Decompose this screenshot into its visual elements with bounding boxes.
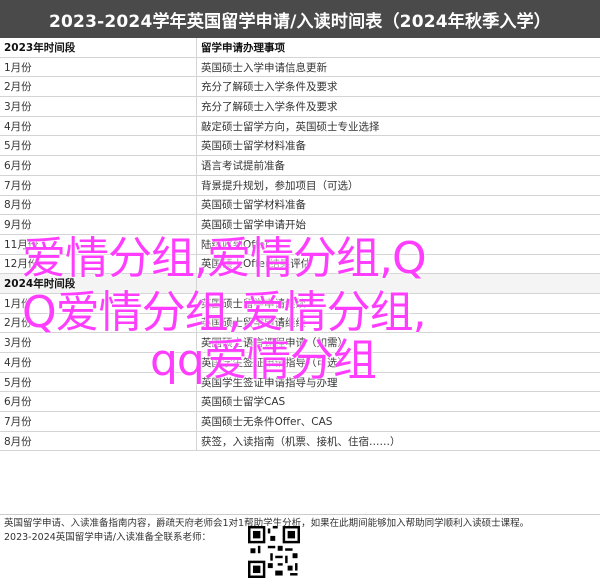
period-cell: 6月份 [0, 392, 197, 412]
qr-code-icon [248, 526, 300, 578]
period-cell: 1月份 [0, 57, 197, 77]
period-cell: 5月份 [0, 136, 197, 156]
table-row: 7月份英国硕士无条件Offer、CAS [0, 412, 600, 432]
table-row: 6月份语言考试提前准备 [0, 156, 600, 176]
table-row: 6月份英国硕士留学CAS [0, 392, 600, 412]
table-row: 4月份敲定硕士留学方向，英国硕士专业选择 [0, 116, 600, 136]
table-header-row: 2023年时间段留学申请办理事项 [0, 38, 600, 57]
table-row: 7月份背景提升规划，参加项目（可选） [0, 175, 600, 195]
task-cell: 英国硕士留学CAS [197, 392, 600, 412]
task-cell: 英国硕士留学材料准备 [197, 136, 600, 156]
period-cell: 8月份 [0, 431, 197, 451]
task-cell: 敲定硕士留学方向，英国硕士专业选择 [197, 116, 600, 136]
task-cell: 获签，入读指南（机票、接机、住宿……） [197, 431, 600, 451]
table-row: 1月份英国硕士入学申请信息更新 [0, 57, 600, 77]
period-cell: 8月份 [0, 195, 197, 215]
table-row: 8月份获签，入读指南（机票、接机、住宿……） [0, 431, 600, 451]
period-cell: 6月份 [0, 156, 197, 176]
task-cell: 英国硕士无条件Offer、CAS [197, 412, 600, 432]
period-cell: 7月份 [0, 175, 197, 195]
task-cell: 英国硕士入学申请信息更新 [197, 57, 600, 77]
overlay-text-line-3: qq爱情分组 [150, 324, 600, 388]
task-cell: 充分了解硕士入学条件及要求 [197, 77, 600, 97]
task-cell: 语言考试提前准备 [197, 156, 600, 176]
task-cell: 留学申请办理事项 [197, 38, 600, 57]
task-cell: 背景提升规划，参加项目（可选） [197, 175, 600, 195]
table-row: 2月份充分了解硕士入学条件及要求 [0, 77, 600, 97]
page-title: 2023-2024学年英国留学申请/入读时间表（2024年秋季入学） [49, 7, 551, 32]
table-row: 8月份英国硕士留学材料准备 [0, 195, 600, 215]
period-cell: 2月份 [0, 77, 197, 97]
period-cell: 2023年时间段 [0, 38, 197, 57]
period-cell: 3月份 [0, 97, 197, 117]
table-row: 5月份英国硕士留学材料准备 [0, 136, 600, 156]
footer-contact: 2023-2024英国留学申请/入读准备全联系老师： [4, 529, 211, 543]
period-cell: 7月份 [0, 412, 197, 432]
task-cell: 英国硕士留学材料准备 [197, 195, 600, 215]
title-banner: 2023-2024学年英国留学申请/入读时间表（2024年秋季入学） [0, 0, 600, 38]
table-row: 3月份充分了解硕士入学条件及要求 [0, 97, 600, 117]
period-cell: 4月份 [0, 116, 197, 136]
task-cell: 充分了解硕士入学条件及要求 [197, 97, 600, 117]
footer: 英国留学申请、入读准备指南内容，爵疏天府老师会1对1帮助学生分析，如果在此期间能… [0, 514, 600, 585]
